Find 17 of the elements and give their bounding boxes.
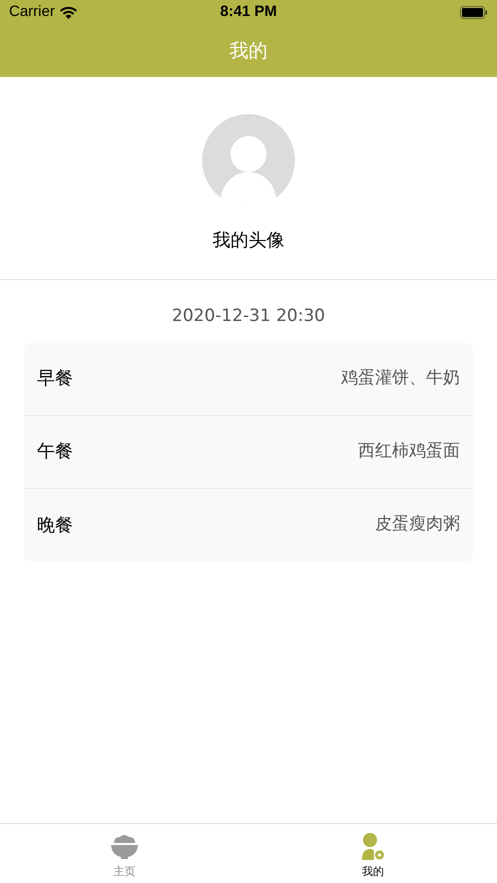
meal-label: 早餐 — [37, 367, 73, 391]
wifi-icon — [60, 6, 77, 18]
carrier-text: Carrier — [9, 2, 55, 22]
battery-icon — [460, 6, 488, 19]
bowl-icon — [110, 833, 138, 860]
meal-value: 鸡蛋灌饼、牛奶 — [341, 366, 460, 390]
avatar-label: 我的头像 — [212, 229, 284, 253]
meal-value: 西红柿鸡蛋面 — [358, 440, 460, 463]
tab-item[interactable]: 我的 — [248, 824, 497, 883]
clock-text: 8:41 PM — [220, 2, 277, 22]
meal-value: 皮蛋瘦肉粥 — [375, 513, 460, 536]
meal-label: 午餐 — [37, 440, 73, 464]
meal-label: 晚餐 — [37, 514, 73, 538]
date-text: 2020-12-31 20:30 — [172, 305, 326, 328]
user-gear-icon — [360, 833, 386, 860]
page-title: 我的 — [230, 38, 268, 64]
avatar-icon — [202, 114, 295, 207]
